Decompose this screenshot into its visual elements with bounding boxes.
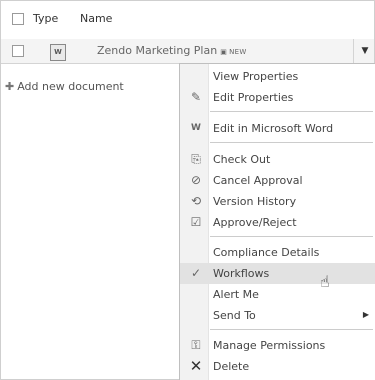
- menu-item-version-history[interactable]: ⟲ Version History: [180, 191, 375, 212]
- table-row[interactable]: W Zendo Marketing PlanNEW: [1, 39, 374, 64]
- document-title[interactable]: Zendo Marketing PlanNEW: [97, 44, 247, 57]
- word-doc-icon: W: [191, 123, 201, 133]
- select-all-checkbox[interactable]: [12, 13, 24, 25]
- submenu-arrow-icon: ▶: [362, 310, 369, 319]
- column-header-type[interactable]: Type: [33, 12, 58, 25]
- menu-item-cancel-approval[interactable]: ⊘ Cancel Approval: [180, 170, 375, 191]
- manage-permissions-icon: ⚿: [191, 338, 201, 352]
- check-out-icon: ⎘: [191, 152, 201, 166]
- menu-item-label: Manage Permissions: [213, 339, 326, 352]
- document-title-text[interactable]: Zendo Marketing Plan: [97, 44, 217, 57]
- menu-item-edit-properties[interactable]: ✎ Edit Properties: [180, 87, 375, 108]
- menu-item-label: Compliance Details: [213, 246, 320, 259]
- menu-item-view-properties[interactable]: View Properties: [180, 66, 375, 87]
- menu-item-manage-permissions[interactable]: ⚿ Manage Permissions: [180, 335, 375, 356]
- menu-separator: [210, 236, 373, 237]
- menu-item-label: Version History: [213, 195, 297, 208]
- approve-reject-icon: ☑: [190, 215, 202, 229]
- menu-item-edit-in-word[interactable]: W Edit in Microsoft Word: [180, 118, 375, 139]
- menu-item-label: Workflows: [213, 267, 270, 280]
- cancel-approval-icon: ⊘: [190, 173, 202, 187]
- menu-item-check-out[interactable]: ⎘ Check Out: [180, 149, 375, 170]
- menu-separator: [210, 142, 373, 143]
- menu-item-label: Edit in Microsoft Word: [213, 122, 334, 135]
- row-menu-dropdown-button[interactable]: ▼: [353, 39, 375, 63]
- edit-properties-icon: ✎: [190, 90, 202, 104]
- menu-item-label: Send To: [213, 309, 256, 322]
- menu-separator: [210, 111, 373, 112]
- context-menu: View Properties ✎ Edit Properties W Edit…: [179, 63, 375, 380]
- delete-icon: ✕: [189, 357, 203, 375]
- menu-item-label: Alert Me: [213, 288, 259, 301]
- menu-item-approve-reject[interactable]: ☑ Approve/Reject: [180, 212, 375, 233]
- menu-item-workflows[interactable]: ✓ Workflows ☝: [180, 263, 375, 291]
- menu-separator: [210, 329, 373, 330]
- menu-item-send-to[interactable]: Send To ▶: [180, 305, 375, 326]
- menu-item-label: Edit Properties: [213, 91, 294, 104]
- add-new-document-label[interactable]: Add new document: [17, 80, 124, 93]
- add-icon: ✚: [5, 80, 15, 93]
- add-new-document-link[interactable]: ✚ Add new document: [5, 80, 124, 93]
- column-header-name[interactable]: Name: [80, 12, 112, 25]
- menu-item-label: Check Out: [213, 153, 271, 166]
- word-doc-icon: W: [50, 44, 66, 61]
- menu-item-compliance-details[interactable]: Compliance Details: [180, 242, 375, 263]
- new-badge: NEW: [220, 48, 246, 56]
- menu-item-alert-me[interactable]: Alert Me: [180, 284, 375, 305]
- row-checkbox[interactable]: [12, 45, 24, 57]
- menu-item-label: Approve/Reject: [213, 216, 297, 229]
- version-history-icon: ⟲: [190, 194, 202, 208]
- document-library-panel: Type Name W Zendo Marketing PlanNEW ▼ ✚A…: [0, 0, 375, 380]
- menu-item-label: Cancel Approval: [213, 174, 303, 187]
- workflow-icon: ✓: [190, 266, 202, 280]
- menu-item-label: View Properties: [213, 70, 299, 83]
- menu-item-delete[interactable]: ✕ Delete: [180, 356, 375, 377]
- menu-item-label: Delete: [213, 360, 250, 373]
- list-header: Type Name: [1, 1, 374, 40]
